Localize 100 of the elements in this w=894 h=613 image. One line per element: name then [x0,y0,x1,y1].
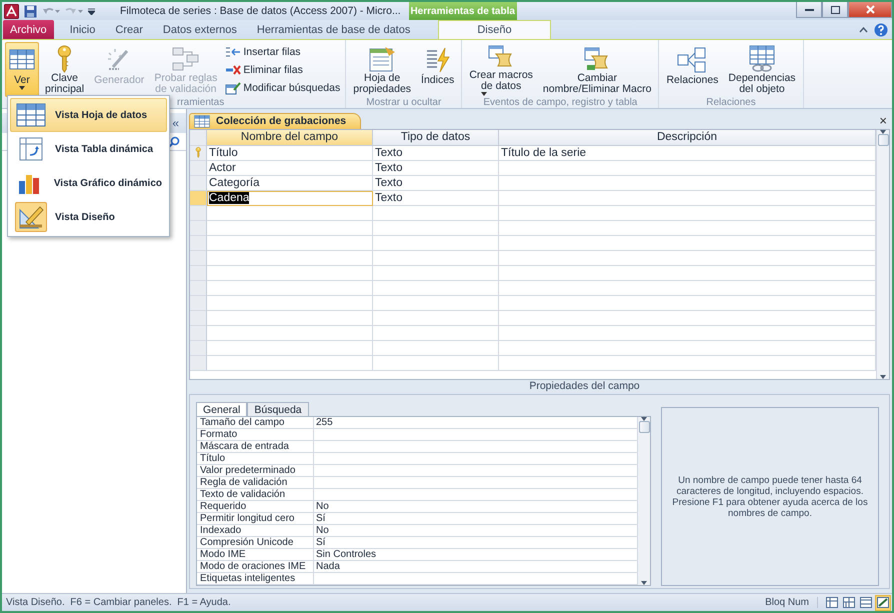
document-tab[interactable]: Colección de grabaciones [189,113,362,129]
scroll-thumb[interactable] [638,421,650,433]
view-button[interactable] [841,594,857,610]
row-selector[interactable] [190,326,207,341]
table-cell[interactable] [207,296,373,311]
file-tab[interactable]: Archivo [3,20,54,39]
table-cell[interactable] [499,340,876,356]
row-selector[interactable] [190,220,207,236]
table-cell[interactable] [499,310,876,326]
table-cell[interactable] [499,236,876,251]
table-cell[interactable] [373,236,499,251]
table-cell[interactable] [499,250,876,266]
table-cell[interactable]: Texto [373,146,499,161]
ribbon-tab[interactable]: Herramientas de base de datos [246,20,420,39]
customize-button[interactable] [88,8,95,14]
view-button[interactable] [824,594,840,610]
property-value[interactable]: Sí [314,513,637,525]
table-cell[interactable] [499,176,876,191]
ribbon-button[interactable]: Índices [417,42,458,97]
row-selector[interactable] [190,356,207,371]
row-selector[interactable] [190,190,207,206]
row-selector[interactable] [190,206,207,221]
table-cell[interactable]: Texto [373,190,499,206]
view-button[interactable] [858,594,874,610]
ribbon-tab[interactable]: Inicio [60,20,106,39]
table-cell[interactable] [373,206,499,221]
table-cell[interactable] [499,190,876,206]
table-cell[interactable]: Texto [373,160,499,176]
table-cell[interactable] [499,326,876,341]
table-cell[interactable] [207,356,373,371]
table-cell[interactable] [499,280,876,296]
collapse-pane-button[interactable]: « [169,113,182,133]
row-selector[interactable] [190,146,207,161]
minimize-button[interactable] [796,2,822,18]
scrollbar[interactable] [876,130,889,380]
menu-item[interactable]: Vista Diseño [10,200,167,234]
save-button[interactable] [24,4,37,18]
row-selector[interactable] [190,340,207,356]
scroll-thumb[interactable] [878,134,888,146]
search-icon[interactable] [168,136,180,148]
table-cell[interactable] [499,206,876,221]
help-icon[interactable] [874,22,888,36]
menu-item[interactable]: Vista Gráfico dinámico [10,166,167,200]
table-cell[interactable] [207,310,373,326]
undo-button[interactable] [42,6,60,16]
column-header[interactable]: Descripción [499,130,876,146]
table-cell[interactable] [207,280,373,296]
ribbon-button[interactable]: Cambiar nombre/Eliminar Macro [538,42,656,97]
ribbon-button[interactable]: Hoja de propiedades [349,42,416,97]
table-cell[interactable]: Título [207,146,373,161]
ribbon-small-button[interactable]: Modificar búsquedas [223,79,342,96]
table-cell[interactable]: Categoría [207,176,373,191]
row-selector[interactable] [190,296,207,311]
table-cell[interactable] [499,220,876,236]
menu-item[interactable]: Vista Tabla dinámica [10,132,167,166]
menu-item[interactable]: Vista Hoja de datos [10,98,167,132]
close-button[interactable] [848,2,892,18]
table-cell[interactable] [207,250,373,266]
table-cell[interactable] [207,340,373,356]
table-cell[interactable] [373,280,499,296]
maximize-button[interactable] [822,2,848,18]
row-selector[interactable] [190,280,207,296]
table-cell[interactable] [207,220,373,236]
ribbon-small-button[interactable]: Eliminar filas [223,61,342,78]
table-cell[interactable] [499,266,876,281]
ribbon-button[interactable]: Dependencias del objeto [724,42,800,97]
property-value[interactable]: No [314,525,637,537]
property-tab[interactable]: Búsqueda [247,402,309,416]
table-cell[interactable] [373,250,499,266]
ribbon-tab[interactable]: Datos externos [152,20,247,39]
table-cell[interactable] [499,160,876,176]
table-cell[interactable] [207,206,373,221]
row-selector[interactable] [190,176,207,191]
ribbon-button[interactable]: Clave principal [41,42,88,97]
property-value[interactable]: Sí [314,537,637,549]
table-cell[interactable]: Actor [207,160,373,176]
table-cell[interactable] [373,220,499,236]
ribbon-button[interactable]: Relaciones [662,42,722,97]
column-header[interactable]: Nombre del campo [207,130,373,146]
table-cell[interactable] [207,236,373,251]
property-value[interactable]: Nada [314,561,637,573]
row-selector[interactable] [190,236,207,251]
row-selector[interactable] [190,310,207,326]
redo-button[interactable] [65,6,83,16]
table-cell[interactable] [499,356,876,371]
table-cell[interactable]: Cadena [207,190,373,206]
ribbon-tab[interactable]: Diseño [438,20,551,39]
table-cell[interactable] [373,356,499,371]
property-value[interactable]: 255 [314,417,637,429]
table-cell[interactable] [373,296,499,311]
ribbon-button[interactable]: Crear macros de datos [465,42,537,97]
row-selector[interactable] [190,266,207,281]
ribbon-small-button[interactable]: Insertar filas [223,43,342,60]
ribbon-tab[interactable]: Crear [105,20,153,39]
table-cell[interactable]: Texto [373,176,499,191]
table-cell[interactable] [207,326,373,341]
property-value[interactable]: Sin Controles [314,549,637,561]
table-cell[interactable] [499,296,876,311]
row-selector[interactable] [190,160,207,176]
table-cell[interactable] [373,310,499,326]
